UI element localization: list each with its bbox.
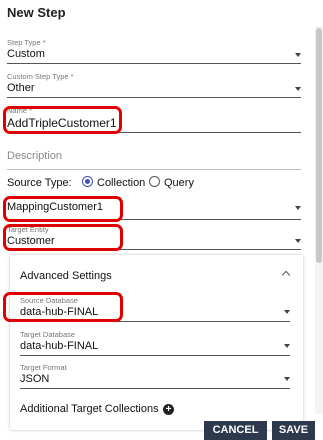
target-database-label: Target Database <box>20 330 76 339</box>
target-database-underline <box>20 355 290 356</box>
new-step-dialog: New Step Step Type * Custom Custom Step … <box>0 0 323 440</box>
advanced-settings-title[interactable]: Advanced Settings <box>20 270 112 282</box>
chevron-down-icon <box>284 310 290 314</box>
advanced-settings-panel: Advanced Settings Source Database data-h… <box>10 255 303 430</box>
chevron-up-icon[interactable] <box>281 270 291 280</box>
additional-target-collections-label: Additional Target Collections <box>20 403 159 415</box>
radio-query-label[interactable]: Query <box>164 177 194 189</box>
highlight-target-entity <box>3 224 123 251</box>
chevron-down-icon <box>295 239 301 243</box>
custom-step-type-value: Other <box>7 82 35 94</box>
highlight-name <box>3 106 122 134</box>
custom-step-type-select[interactable]: Custom Step Type * Other <box>7 72 301 98</box>
add-circle-icon[interactable]: + <box>163 404 174 415</box>
chevron-down-icon <box>295 53 301 57</box>
step-type-select[interactable]: Step Type * Custom <box>7 38 301 64</box>
target-database-select[interactable]: Target Database data-hub-FINAL <box>20 330 290 356</box>
description-underline <box>7 169 301 170</box>
chevron-down-icon <box>295 87 301 91</box>
target-format-value: JSON <box>20 373 50 385</box>
target-format-select[interactable]: Target Format JSON <box>20 363 290 389</box>
chevron-down-icon <box>284 377 290 381</box>
source-type-label: Source Type: <box>7 177 72 189</box>
highlight-mapping <box>3 196 123 222</box>
scrollbar-thumb[interactable] <box>316 28 322 263</box>
custom-step-type-underline <box>7 97 301 98</box>
radio-query[interactable] <box>149 176 160 187</box>
chevron-down-icon <box>295 206 301 210</box>
custom-step-type-label: Custom Step Type * <box>7 72 74 81</box>
target-format-label: Target Format <box>20 363 67 372</box>
cancel-button[interactable]: CANCEL <box>204 421 267 440</box>
save-button[interactable]: SAVE <box>272 421 315 440</box>
step-type-label: Step Type * <box>7 38 46 47</box>
radio-collection-label[interactable]: Collection <box>97 177 145 189</box>
step-type-value: Custom <box>7 48 45 60</box>
step-type-underline <box>7 63 301 64</box>
target-database-value: data-hub-FINAL <box>20 340 99 352</box>
dialog-title: New Step <box>7 5 66 20</box>
description-placeholder: Description <box>7 150 63 162</box>
description-field[interactable]: Description <box>7 146 301 170</box>
target-format-underline <box>20 388 290 389</box>
highlight-source-database <box>3 292 123 322</box>
chevron-down-icon <box>284 344 290 348</box>
radio-collection[interactable] <box>82 176 93 187</box>
